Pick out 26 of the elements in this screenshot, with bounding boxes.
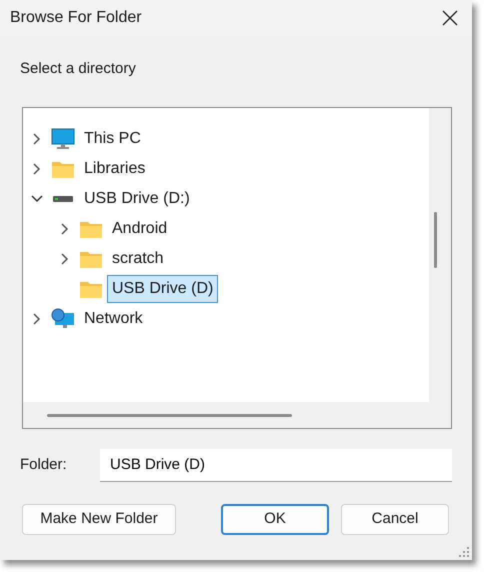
scrollbar-thumb[interactable]	[434, 212, 437, 268]
dialog-button[interactable]: OK	[221, 504, 329, 534]
expand-icon[interactable]	[33, 312, 41, 324]
tree-item[interactable]: This PC	[79, 124, 146, 152]
expand-icon[interactable]	[61, 222, 69, 234]
collapse-icon[interactable]	[31, 194, 43, 202]
drive-icon	[51, 194, 75, 202]
scrollbar-thumb[interactable]	[47, 414, 292, 416]
tree-item[interactable]: Android	[107, 214, 172, 242]
expand-icon[interactable]	[33, 162, 41, 174]
prompt-text: Select a directory	[19, 59, 137, 79]
tree-item[interactable]: USB Drive (D:)	[79, 184, 195, 212]
expand-icon[interactable]	[33, 132, 41, 144]
dialog-button[interactable]: Make New Folder	[22, 504, 176, 534]
monitor-icon	[51, 128, 75, 150]
resize-grip-icon	[459, 547, 469, 557]
tree-item[interactable]: Network	[79, 304, 148, 332]
dialog-button[interactable]: Cancel	[341, 504, 449, 534]
field-label: Folder:	[20, 454, 68, 475]
tree-item[interactable]: scratch	[107, 244, 169, 272]
window-title: Browse For Folder	[10, 8, 142, 28]
tree-item[interactable]: USB Drive (D)	[107, 274, 218, 302]
folder-field[interactable]: USB Drive (D)	[100, 448, 452, 482]
expand-icon[interactable]	[61, 252, 69, 264]
tree-item[interactable]: Libraries	[79, 154, 150, 182]
network-icon	[51, 308, 75, 330]
